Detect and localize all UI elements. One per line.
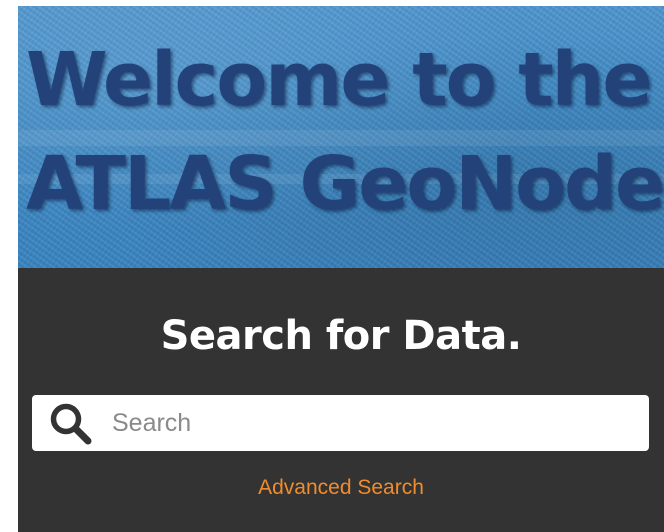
search-input[interactable] — [112, 403, 632, 443]
advanced-search-link[interactable]: Advanced Search — [18, 473, 664, 503]
hero-title-line-1: Welcome to the — [26, 37, 653, 123]
hero-banner: Welcome to the ATLAS GeoNode — [18, 6, 664, 268]
search-panel: Search for Data. Advanced Search — [18, 268, 664, 532]
search-heading: Search for Data. — [160, 313, 522, 359]
page: Welcome to the ATLAS GeoNode Search for … — [0, 0, 664, 532]
hero-title: Welcome to the ATLAS GeoNode — [26, 28, 664, 236]
hero-title-line-2: ATLAS GeoNode — [26, 141, 664, 227]
search-icon[interactable] — [48, 401, 94, 447]
search-box[interactable] — [32, 395, 649, 451]
